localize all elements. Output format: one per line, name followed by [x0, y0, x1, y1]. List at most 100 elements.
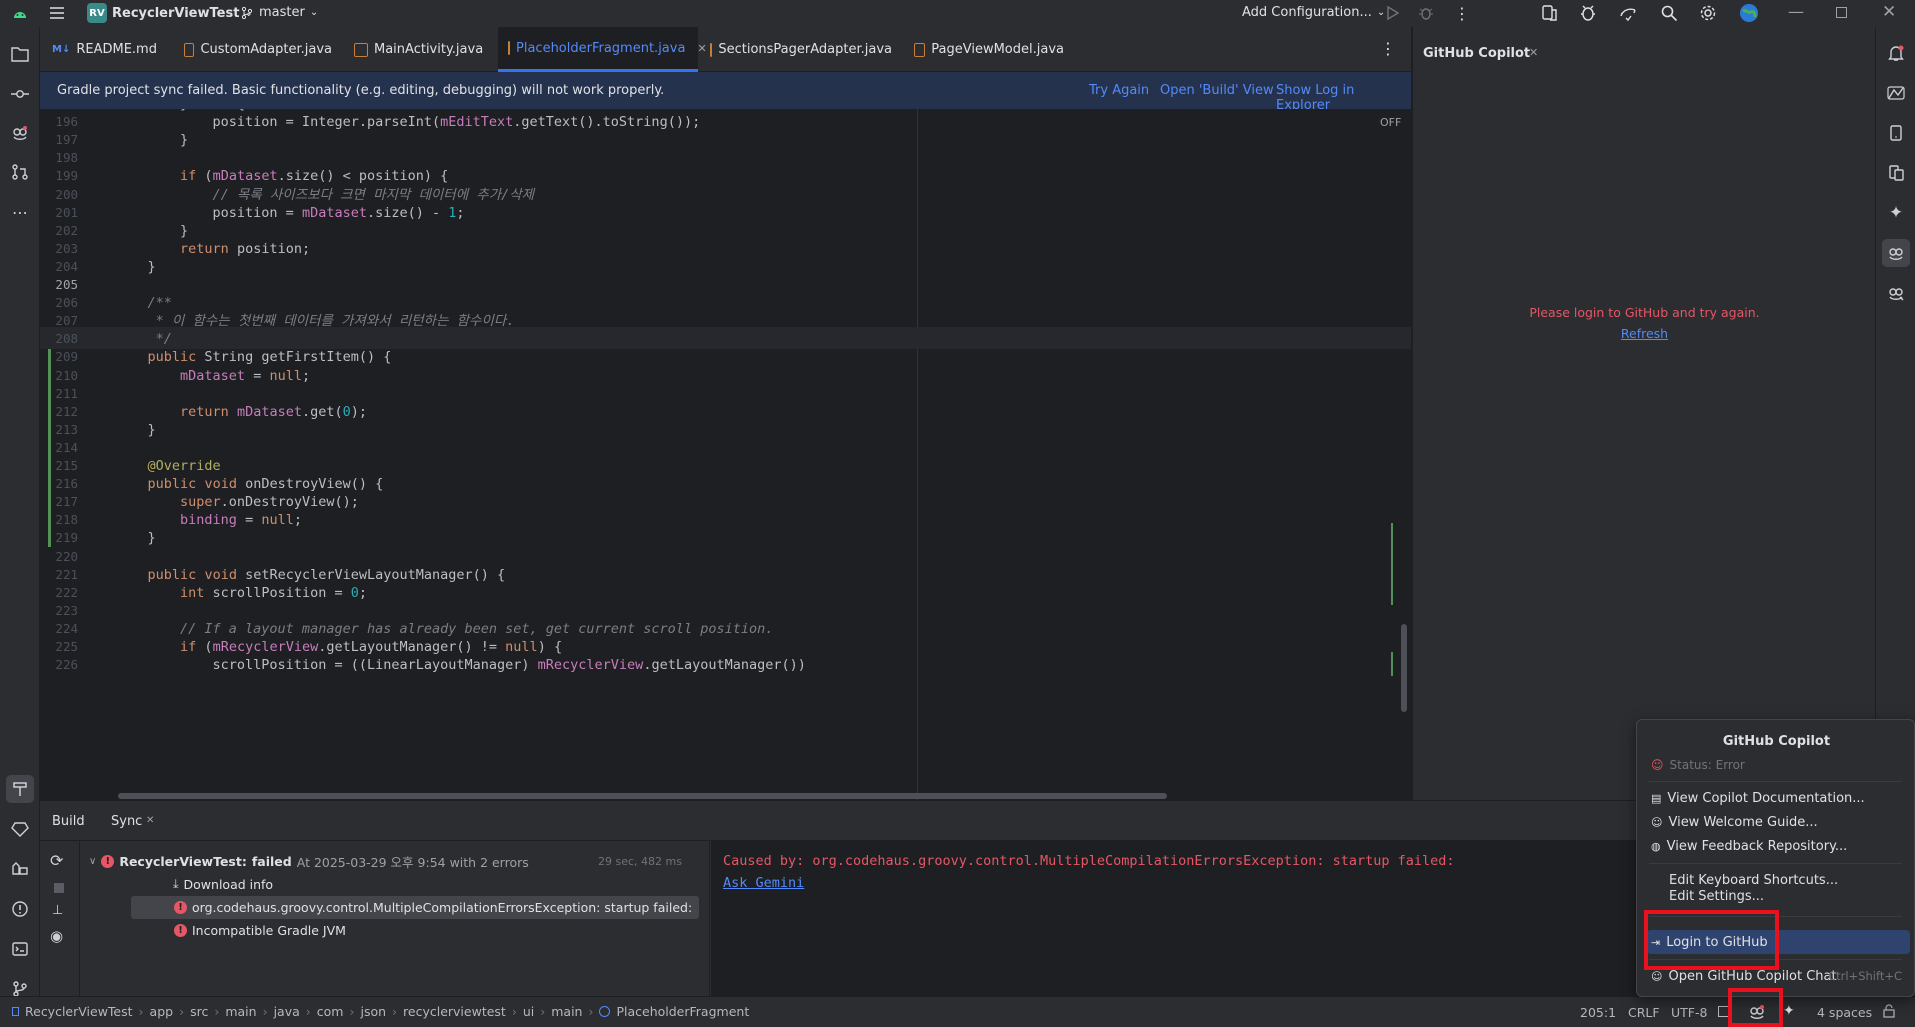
breadcrumb-item[interactable]: json: [360, 1004, 386, 1019]
copilot-agent-icon[interactable]: [1882, 279, 1910, 307]
menu-item-edit-settings[interactable]: Edit Settings...: [1647, 890, 1910, 908]
pin-icon[interactable]: ⊥: [52, 903, 63, 918]
menu-item-open-chat[interactable]: ☺ Open GitHub Copilot Chat Ctrl+Shift+C: [1647, 964, 1910, 988]
tab-main-activity[interactable]: MainActivity.java: [344, 27, 496, 72]
menu-item-welcome-guide[interactable]: ☺ View Welcome Guide...: [1647, 810, 1910, 834]
run-icon[interactable]: [1384, 5, 1400, 21]
code-line[interactable]: 205: [40, 276, 1411, 294]
code-line[interactable]: 207 * 이 함수는 첫번째 데이터를 가져와서 리턴하는 함수이다.: [40, 312, 1411, 330]
code-line[interactable]: 213 }: [40, 421, 1411, 439]
code-line[interactable]: 221 public void setRecyclerViewLayoutMan…: [40, 566, 1411, 584]
ask-gemini-link[interactable]: Ask Gemini: [723, 875, 804, 891]
file-encoding[interactable]: UTF-8: [1671, 1005, 1707, 1020]
code-line[interactable]: 217 super.onDestroyView();: [40, 493, 1411, 511]
menu-item-keyboard-shortcuts[interactable]: Edit Keyboard Shortcuts...: [1647, 868, 1910, 892]
stop-icon[interactable]: [54, 883, 64, 893]
memory-indicator-icon[interactable]: [1718, 1006, 1730, 1017]
code-line[interactable]: 219 }: [40, 529, 1411, 547]
tab-page-view-model[interactable]: PageViewModel.java: [904, 27, 1074, 72]
tab-sync[interactable]: Sync: [111, 814, 142, 829]
code-line[interactable]: 218 binding = null;: [40, 511, 1411, 529]
caret-position[interactable]: 205:1: [1580, 1005, 1616, 1020]
code-line[interactable]: 211: [40, 385, 1411, 403]
pull-requests-tool-button[interactable]: [6, 158, 34, 186]
tab-readme[interactable]: M↓ README.md: [42, 27, 172, 72]
breadcrumb-item[interactable]: main: [225, 1004, 256, 1019]
build-root-row[interactable]: ∨ ! RecyclerViewTest: failed At 2025-03-…: [89, 852, 704, 871]
refresh-link[interactable]: Refresh: [1413, 326, 1876, 341]
notifications-bell-icon[interactable]: [1882, 39, 1910, 67]
vertical-scrollbar[interactable]: [1401, 624, 1407, 712]
breadcrumb-item[interactable]: java: [274, 1004, 300, 1019]
menu-item-view-docs[interactable]: ▤ View Copilot Documentation...: [1647, 786, 1910, 810]
close-window-button[interactable]: ✕: [1882, 2, 1896, 22]
code-line[interactable]: 197 }: [40, 131, 1411, 149]
code-line[interactable]: 223: [40, 602, 1411, 620]
code-line[interactable]: 216 public void onDestroyView() {: [40, 475, 1411, 493]
try-again-link[interactable]: Try Again: [1089, 83, 1149, 98]
menu-item-login-github[interactable]: ⇥ Login to GitHub: [1647, 930, 1910, 954]
code-line[interactable]: 224 // If a layout manager has already b…: [40, 620, 1411, 638]
code-line[interactable]: 210 mDataset = null;: [40, 367, 1411, 385]
eye-icon[interactable]: ◉: [50, 927, 63, 945]
code-line[interactable]: 225 if (mRecyclerView.getLayoutManager()…: [40, 638, 1411, 656]
copilot-status-icon[interactable]: [1748, 1003, 1766, 1024]
tab-build[interactable]: Build: [52, 814, 85, 829]
settings-gear-icon[interactable]: [1699, 4, 1717, 22]
problems-tool-button[interactable]: [6, 895, 34, 923]
running-devices-icon[interactable]: [1882, 159, 1910, 187]
code-line[interactable]: 209 public String getFirstItem() {: [40, 348, 1411, 366]
breadcrumb-item[interactable]: RecyclerViewTest: [25, 1004, 133, 1019]
code-editor[interactable]: OFF 195 } else {196 position = Integer.p…: [40, 109, 1411, 800]
code-line[interactable]: 226 scrollPosition = ((LinearLayoutManag…: [40, 656, 1411, 674]
project-selector[interactable]: RV RecyclerViewTest ⌄: [87, 3, 253, 23]
debug-icon[interactable]: [1418, 5, 1434, 21]
logcat-tool-button[interactable]: [6, 855, 34, 883]
tab-custom-adapter[interactable]: CustomAdapter.java: [174, 27, 342, 72]
breadcrumb-item[interactable]: app: [150, 1004, 174, 1019]
error-row[interactable]: ! Incompatible Gradle JVM: [174, 923, 346, 938]
more-actions-icon[interactable]: ⋮: [1454, 4, 1470, 23]
project-tool-button[interactable]: [6, 40, 34, 68]
line-separator[interactable]: CRLF: [1628, 1005, 1660, 1020]
breadcrumb-item[interactable]: PlaceholderFragment: [616, 1004, 749, 1019]
tab-sections-pager-adapter[interactable]: SectionsPagerAdapter.java: [700, 27, 902, 72]
search-icon[interactable]: [1660, 4, 1678, 22]
code-line[interactable]: 196 position = Integer.parseInt(mEditTex…: [40, 113, 1411, 131]
breadcrumb-item[interactable]: com: [317, 1004, 344, 1019]
breadcrumb-item[interactable]: src: [190, 1004, 208, 1019]
indent-setting[interactable]: 4 spaces: [1817, 1005, 1872, 1020]
commit-tool-button[interactable]: [6, 80, 34, 108]
gradle-tool-button[interactable]: [6, 815, 34, 843]
code-line[interactable]: 199 if (mDataset.size() < position) {: [40, 167, 1411, 185]
sdk-manager-icon[interactable]: [1579, 4, 1597, 22]
horizontal-scrollbar[interactable]: [118, 793, 1167, 799]
code-line[interactable]: 206 /**: [40, 294, 1411, 312]
close-panel-icon[interactable]: ✕: [1529, 46, 1538, 59]
breadcrumb-item[interactable]: ui: [523, 1004, 534, 1019]
code-line[interactable]: 208 */: [40, 330, 1411, 348]
open-build-view-link[interactable]: Open 'Build' View: [1160, 83, 1274, 98]
code-line[interactable]: 203 return position;: [40, 240, 1411, 258]
lock-icon[interactable]: [1882, 1004, 1896, 1021]
minimize-button[interactable]: —: [1788, 2, 1804, 21]
download-info-row[interactable]: ⤓ Download info: [173, 876, 273, 892]
code-line[interactable]: 214: [40, 439, 1411, 457]
code-line[interactable]: 222 int scrollPosition = 0;: [40, 584, 1411, 602]
gemini-status-icon[interactable]: ✦: [1783, 1003, 1795, 1019]
more-tools-icon[interactable]: ⋯: [6, 198, 34, 226]
main-menu-icon[interactable]: [48, 4, 66, 22]
tab-placeholder-fragment[interactable]: PlaceholderFragment.java ✕: [498, 27, 707, 72]
tab-options-icon[interactable]: ⋮: [1380, 39, 1396, 58]
run-config-selector[interactable]: Add Configuration... ⌄: [1242, 5, 1385, 20]
menu-item-feedback-repo[interactable]: ◍ View Feedback Repository...: [1647, 834, 1910, 858]
resync-icon[interactable]: ⟳: [50, 851, 63, 870]
profile-avatar-icon[interactable]: [1739, 3, 1759, 23]
gemini-tool-button[interactable]: [1882, 79, 1910, 107]
code-line[interactable]: 212 return mDataset.get(0);: [40, 403, 1411, 421]
copilot-chat-icon[interactable]: [1882, 239, 1910, 267]
error-row-selected[interactable]: ! org.codehaus.groovy.control.MultipleCo…: [131, 896, 699, 919]
breadcrumb-item[interactable]: recyclerviewtest: [403, 1004, 506, 1019]
breadcrumb-item[interactable]: main: [551, 1004, 582, 1019]
terminal-tool-button[interactable]: [6, 935, 34, 963]
